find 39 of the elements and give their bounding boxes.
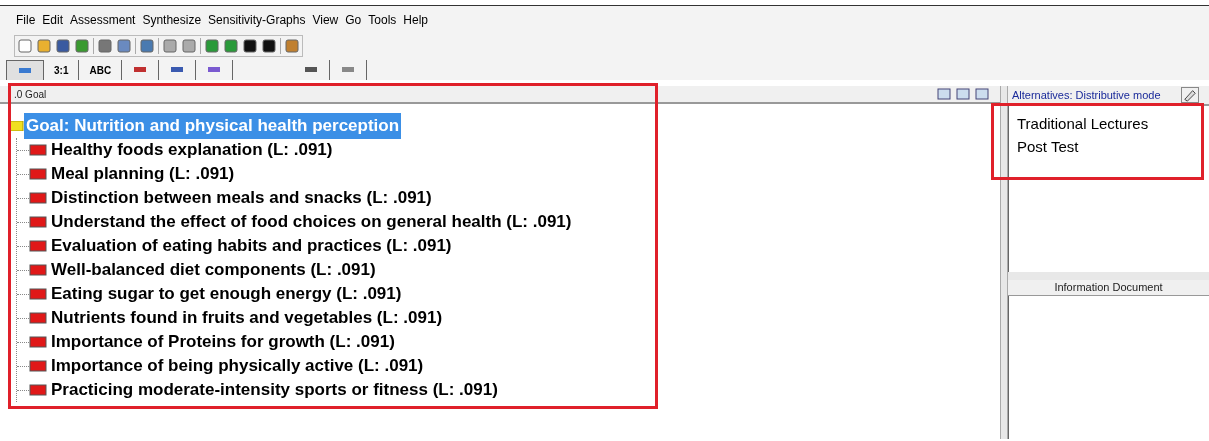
menu-item[interactable]: Go bbox=[345, 11, 362, 29]
tree-node[interactable]: Evaluation of eating habits and practices (L: .091) bbox=[51, 233, 452, 259]
criterion-icon bbox=[29, 384, 47, 396]
pencil-icon[interactable] bbox=[1180, 87, 1199, 103]
criterion-icon bbox=[29, 240, 47, 252]
tree-node[interactable]: Nutrients found in fruits and vegetables (L: .091) bbox=[51, 305, 443, 331]
tree-node[interactable]: Importance of being physically active (L: .091) bbox=[51, 353, 424, 379]
tree-node[interactable]: Distinction between meals and snacks (L: .091) bbox=[51, 185, 432, 211]
tree-node[interactable]: Practicing moderate-intensity sports or fitness (L: .091) bbox=[51, 377, 498, 403]
criterion-icon bbox=[29, 360, 47, 372]
menu-item[interactable]: Edit bbox=[42, 11, 64, 29]
menu-item[interactable]: View bbox=[312, 11, 339, 29]
criterion-icon bbox=[29, 168, 47, 180]
tree-node[interactable]: Eating sugar to get enough energy (L: .091) bbox=[51, 281, 402, 307]
node-path: .0 Goal bbox=[14, 87, 48, 102]
criterion-icon bbox=[29, 192, 47, 204]
tree-node[interactable]: Meal planning (L: .091) bbox=[51, 161, 235, 187]
criterion-icon bbox=[29, 264, 47, 276]
tree-node[interactable]: Understand the effect of food choices on general health (L: .091) bbox=[51, 209, 572, 235]
goal-node-icon bbox=[10, 121, 24, 131]
alternative-item[interactable]: Post Test bbox=[1017, 135, 1079, 158]
menu-item[interactable]: Assessment bbox=[70, 11, 136, 29]
criterion-icon bbox=[29, 336, 47, 348]
alternative-item[interactable]: Traditional Lectures bbox=[1017, 112, 1149, 135]
menu-item[interactable]: File bbox=[16, 11, 36, 29]
criterion-icon bbox=[29, 216, 47, 228]
menu-item[interactable]: Help bbox=[403, 11, 428, 29]
panel-title: Alternatives: Distributive mode bbox=[1012, 87, 1161, 103]
tree-node[interactable]: Well-balanced diet components (L: .091) bbox=[51, 257, 376, 283]
criterion-icon bbox=[29, 288, 47, 300]
tree-node[interactable]: Healthy foods explanation (L: .091) bbox=[51, 137, 333, 163]
view-tab[interactable] bbox=[6, 60, 44, 80]
panel-title: Information Document bbox=[1054, 280, 1163, 296]
criterion-icon bbox=[29, 144, 47, 156]
criterion-icon bbox=[29, 312, 47, 324]
tree-node[interactable]: Importance of Proteins for growth (L: .091) bbox=[51, 329, 395, 355]
menu-item[interactable]: Sensitivity-Graphs bbox=[208, 11, 306, 29]
menu-item[interactable]: Tools bbox=[368, 11, 397, 29]
menu-item[interactable]: Synthesize bbox=[142, 11, 202, 29]
